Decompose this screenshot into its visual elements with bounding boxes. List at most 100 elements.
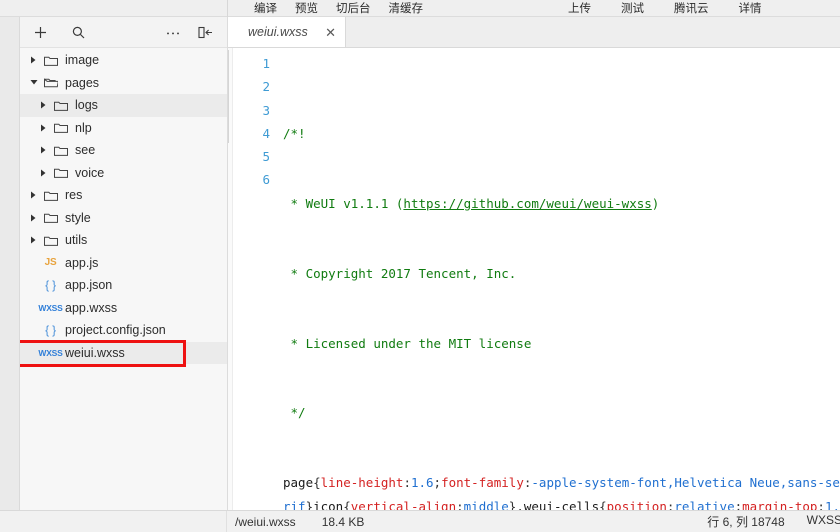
chevron-down-icon[interactable] [28,77,39,88]
menu-background[interactable]: 切后台 [336,0,371,16]
file-explorer-sidebar: image pages logs nlp see voice res style… [0,17,227,510]
tree-item-label: app.wxss [65,300,118,315]
json-file-badge: { } [45,323,56,338]
code-content[interactable]: /*! * WeUI v1.1.1 (https://github.com/we… [228,48,840,510]
comment-url-link[interactable]: https://github.com/weui/weui-wxss [403,196,651,211]
js-file-badge: JS [44,257,57,269]
tree-item-see[interactable]: see [20,139,227,162]
collapse-panel-icon[interactable] [194,21,216,43]
wxss-file-icon: WXSS [38,348,62,358]
chevron-right-icon[interactable] [38,167,49,178]
code-line-2-pre: * WeUI v1.1.1 ( [283,195,404,211]
tree-item-weiui-wxss[interactable]: WXSS weiui.wxss [20,341,227,364]
status-bar-right-group: 行 6, 列 18748 WXSS [707,513,840,530]
menu-details[interactable]: 详情 [739,0,762,16]
tree-item-logs[interactable]: logs [20,94,227,117]
top-menu-bar: 编译 预览 切后台 清缓存 上传 测试 腾讯云 详情 [0,0,840,17]
json-file-icon: { } [42,323,59,337]
folder-icon [52,122,69,134]
folder-icon [52,100,69,111]
folder-icon [42,235,59,246]
tree-item-label: app.json [65,278,113,293]
line-number: 6 [262,172,270,188]
tree-item-image[interactable]: image [20,49,227,72]
chevron-right-icon[interactable] [38,122,49,133]
status-file-size: 18.4 KB [321,514,365,529]
tab-weiui-wxss[interactable]: weiui.wxss ✕ [228,17,346,47]
tree-item-label: voice [75,165,105,180]
tree-item-voice[interactable]: voice [20,162,227,185]
chevron-right-icon[interactable] [28,190,39,201]
tree-item-app-wxss[interactable]: WXSS app.wxss [20,297,227,320]
close-icon[interactable]: ✕ [325,26,336,39]
menu-compile[interactable]: 编译 [254,0,277,16]
line-number-gutter: 1 2 3 4 5 6 [233,48,277,510]
line-number: 5 [262,149,270,165]
json-file-badge: { } [45,278,56,293]
tree-item-label: image [65,53,100,68]
chevron-right-icon[interactable] [28,212,39,223]
tree-item-label: pages [65,75,100,90]
code-line-5: */ [283,405,306,421]
tree-item-app-json[interactable]: { } app.json [20,274,227,297]
chevron-right-icon[interactable] [28,235,39,246]
ellipsis-icon[interactable] [162,21,184,43]
code-line-1: /*! [283,125,306,141]
js-file-icon: JS [42,257,59,268]
status-language-mode[interactable]: WXSS [807,513,840,530]
menu-preview[interactable]: 预览 [295,0,318,16]
status-bar-left-group: /weiui.wxss 18.4 KB [235,515,364,529]
chevron-right-icon[interactable] [28,55,39,66]
editor-area: weiui.wxss ✕ 1 2 3 4 5 6 /*! * WeUI v1.1… [227,17,840,510]
code-editor[interactable]: 1 2 3 4 5 6 /*! * WeUI v1.1.1 (https://g… [228,48,840,510]
status-bar: /weiui.wxss 18.4 KB 行 6, 列 18748 WXSS [0,510,840,532]
code-line-6: page{line-height:1.6;font-family:-apple-… [283,475,840,510]
tree-item-pages[interactable]: pages [20,72,227,95]
menu-tencent-cloud[interactable]: 腾讯云 [674,0,709,16]
folder-icon [42,212,59,224]
status-file-path: /weiui.wxss [235,514,296,529]
tree-item-label: utils [65,233,88,248]
menu-test[interactable]: 测试 [621,0,644,16]
search-icon[interactable] [67,21,89,43]
tree-item-label: nlp [75,120,92,135]
tree-item-style[interactable]: style [20,207,227,230]
status-cursor-position[interactable]: 行 6, 列 18748 [707,513,784,530]
tree-item-label: res [65,188,83,203]
wxss-file-badge: WXSS [38,302,63,313]
tree-item-label: style [65,210,91,225]
tree-item-label: app.js [65,255,99,270]
status-bar-left-pane [0,511,227,532]
code-line-3: * Copyright 2017 Tencent, Inc. [283,265,517,281]
line-number: 3 [262,102,270,118]
tree-item-res[interactable]: res [20,184,227,207]
menu-upload[interactable]: 上传 [568,0,591,16]
wxss-file-badge: WXSS [38,347,63,358]
tree-item-app-js[interactable]: JS app.js [20,252,227,275]
tree-item-label: weiui.wxss [65,345,125,360]
chevron-right-icon[interactable] [38,100,49,111]
explorer-toolbar [20,17,227,48]
tab-label: weiui.wxss [248,25,308,39]
topbar-left-group: 编译 预览 切后台 清缓存 [254,0,423,16]
topbar-right-group: 上传 测试 腾讯云 详情 [568,0,762,16]
plus-icon[interactable] [29,21,51,43]
topbar-divider [227,0,228,17]
tree-item-utils[interactable]: utils [20,229,227,252]
folder-open-icon [42,77,59,88]
code-line-4: * Licensed under the MIT license [283,335,532,351]
code-line-2-post: ) [651,195,660,211]
line-number: 2 [262,79,270,95]
tree-item-nlp[interactable]: nlp [20,117,227,140]
editor-tabbar: weiui.wxss ✕ [228,17,840,48]
chevron-right-icon[interactable] [38,145,49,156]
menu-clear-cache[interactable]: 清缓存 [389,0,424,16]
tabbar-filler [346,17,840,47]
tree-item-label: see [75,143,96,158]
tree-item-project-config-json[interactable]: { } project.config.json [20,319,227,342]
json-file-icon: { } [42,278,59,292]
wxss-file-icon: WXSS [38,303,62,313]
